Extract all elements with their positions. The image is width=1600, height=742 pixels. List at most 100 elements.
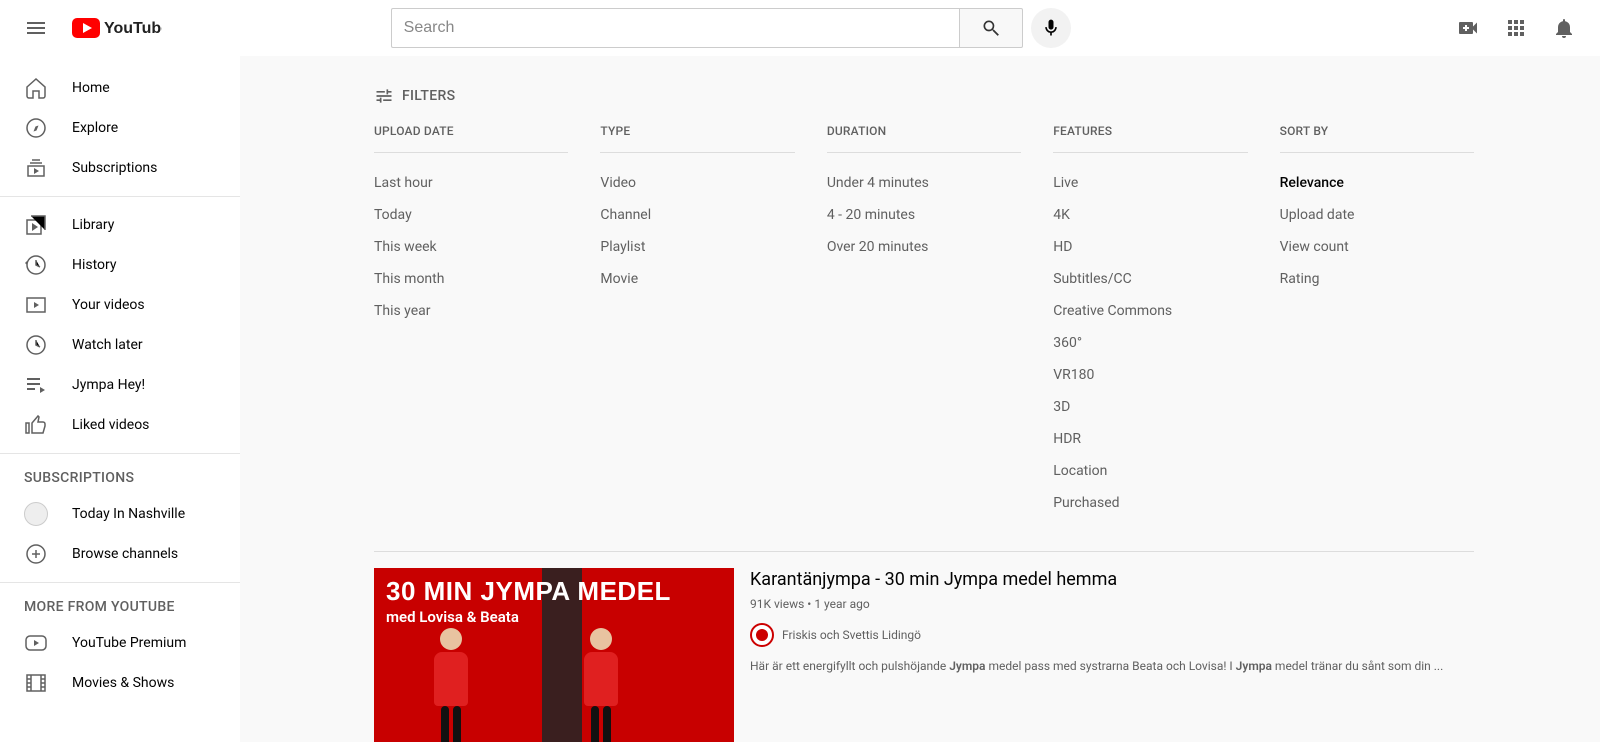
sidebar: Home Explore Subscriptions Library Histo… [0, 56, 240, 742]
sidebar-label: Liked videos [72, 417, 149, 433]
filter-option[interactable]: HDR [1053, 423, 1247, 455]
video-title[interactable]: Karantänjympa - 30 min Jympa medel hemma [750, 568, 1474, 591]
sidebar-item-movies[interactable]: Movies & Shows [0, 663, 240, 703]
video-channel-row[interactable]: Friskis och Svettis Lidingö [750, 623, 1474, 647]
filters-toggle-button[interactable]: FILTERS [374, 72, 1474, 120]
sidebar-section-more: MORE FROM YOUTUBE YouTube Premium Movies… [0, 583, 240, 711]
filter-option[interactable]: Today [374, 199, 568, 231]
sidebar-title-more: MORE FROM YOUTUBE [0, 591, 240, 623]
main-content: FILTERS UPLOAD DATE Last hour Today This… [240, 56, 1600, 742]
sidebar-item-history[interactable]: History [0, 245, 240, 285]
sidebar-item-your-videos[interactable]: Your videos [0, 285, 240, 325]
notifications-button[interactable] [1544, 8, 1584, 48]
sidebar-item-playlist-jympa[interactable]: Jympa Hey! [0, 365, 240, 405]
sidebar-sub-today-in-nashville[interactable]: Today In Nashville [0, 494, 240, 534]
microphone-icon [1041, 18, 1061, 38]
filter-col-type: TYPE Video Channel Playlist Movie [600, 124, 794, 519]
filter-option[interactable]: Rating [1280, 263, 1474, 295]
hamburger-menu-button[interactable] [16, 8, 56, 48]
filter-col-features: FEATURES Live 4K HD Subtitles/CC Creativ… [1053, 124, 1247, 519]
filter-heading: UPLOAD DATE [374, 124, 568, 153]
search-form [391, 8, 1023, 48]
sidebar-item-premium[interactable]: YouTube Premium [0, 623, 240, 663]
plus-circle-icon [24, 542, 48, 566]
create-button[interactable] [1448, 8, 1488, 48]
filter-option[interactable]: Video [600, 167, 794, 199]
channel-avatar-icon [24, 502, 48, 526]
filter-option[interactable]: Purchased [1053, 487, 1247, 519]
clock-icon [24, 333, 48, 357]
video-result-row[interactable]: 30 MIN JYMPA MEDEL med Lovisa & Beata Ka… [374, 568, 1474, 742]
search-icon [981, 18, 1001, 38]
play-outline-icon [24, 293, 48, 317]
filter-option[interactable]: Under 4 minutes [827, 167, 1021, 199]
tune-icon [374, 86, 394, 106]
desc-text: Här är ett energifyllt och pulshöjande [750, 659, 949, 673]
voice-search-button[interactable] [1031, 8, 1071, 48]
create-icon [1456, 16, 1480, 40]
history-icon [24, 253, 48, 277]
header: YouTube [0, 0, 1600, 56]
header-right [1448, 8, 1584, 48]
filter-option[interactable]: 3D [1053, 391, 1247, 423]
thumbnail-figure [434, 628, 468, 742]
grid-icon [1504, 16, 1528, 40]
filter-option[interactable]: Movie [600, 263, 794, 295]
filter-option[interactable]: Location [1053, 455, 1247, 487]
filter-option[interactable]: 4K [1053, 199, 1247, 231]
filter-option[interactable]: Subtitles/CC [1053, 263, 1247, 295]
sidebar-label: Watch later [72, 337, 143, 353]
filter-option[interactable]: This week [374, 231, 568, 263]
video-stats: 91K views • 1 year ago [750, 597, 1474, 611]
filter-option[interactable]: Over 20 minutes [827, 231, 1021, 263]
bell-icon [1552, 16, 1576, 40]
sidebar-label: Today In Nashville [72, 506, 185, 522]
subscriptions-icon [24, 156, 48, 180]
youtube-logo[interactable]: YouTube [72, 18, 162, 38]
playlist-icon [24, 373, 48, 397]
filter-option-relevance[interactable]: Relevance [1280, 167, 1474, 199]
search-results: 30 MIN JYMPA MEDEL med Lovisa & Beata Ka… [374, 551, 1474, 742]
sidebar-label: Browse channels [72, 546, 178, 562]
video-description: Här är ett energifyllt och pulshöjande J… [750, 659, 1474, 673]
header-left: YouTube [16, 8, 162, 48]
filter-option[interactable]: Creative Commons [1053, 295, 1247, 327]
sidebar-item-subscriptions[interactable]: Subscriptions [0, 148, 240, 188]
header-center [351, 8, 1071, 48]
sidebar-item-explore[interactable]: Explore [0, 108, 240, 148]
channel-avatar-icon [750, 623, 774, 647]
video-metadata: Karantänjympa - 30 min Jympa medel hemma… [750, 568, 1474, 742]
filter-option[interactable]: Last hour [374, 167, 568, 199]
sidebar-item-library[interactable]: Library [0, 205, 240, 245]
search-input[interactable] [391, 8, 959, 48]
sidebar-item-browse-channels[interactable]: Browse channels [0, 534, 240, 574]
thumbnail-title: 30 MIN JYMPA MEDEL [386, 576, 671, 607]
filter-col-upload-date: UPLOAD DATE Last hour Today This week Th… [374, 124, 568, 519]
filter-option[interactable]: Live [1053, 167, 1247, 199]
sidebar-item-watch-later[interactable]: Watch later [0, 325, 240, 365]
video-thumbnail[interactable]: 30 MIN JYMPA MEDEL med Lovisa & Beata [374, 568, 734, 742]
sidebar-item-home[interactable]: Home [0, 68, 240, 108]
thumbnail-subtitle: med Lovisa & Beata [386, 608, 519, 626]
filter-heading: SORT BY [1280, 124, 1474, 153]
filter-col-sort-by: SORT BY Relevance Upload date View count… [1280, 124, 1474, 519]
sidebar-label: Jympa Hey! [72, 377, 145, 393]
filter-option[interactable]: This month [374, 263, 568, 295]
library-icon [24, 213, 48, 237]
sidebar-label: Home [72, 80, 110, 96]
thumb-up-icon [24, 413, 48, 437]
filter-option[interactable]: View count [1280, 231, 1474, 263]
sidebar-item-liked[interactable]: Liked videos [0, 405, 240, 445]
filter-option[interactable]: This year [374, 295, 568, 327]
filter-option[interactable]: Playlist [600, 231, 794, 263]
separator: • [804, 597, 814, 611]
filter-option[interactable]: 4 - 20 minutes [827, 199, 1021, 231]
filter-option[interactable]: 360° [1053, 327, 1247, 359]
filter-option[interactable]: Channel [600, 199, 794, 231]
apps-button[interactable] [1496, 8, 1536, 48]
filter-option[interactable]: HD [1053, 231, 1247, 263]
filter-option[interactable]: Upload date [1280, 199, 1474, 231]
desc-text: medel tränar du sånt som din ... [1272, 659, 1443, 673]
search-button[interactable] [959, 8, 1023, 48]
filter-option[interactable]: VR180 [1053, 359, 1247, 391]
